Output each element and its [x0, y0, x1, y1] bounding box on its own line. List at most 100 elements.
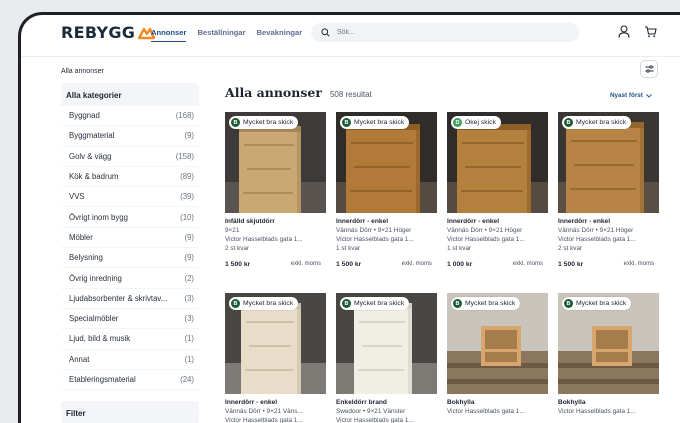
- listing-address: Victor Hasselblads gata 1...: [336, 417, 414, 423]
- sidebar-category-item[interactable]: Etableringsmaterial (24): [61, 369, 199, 391]
- category-count: (9): [184, 253, 194, 263]
- product-image[interactable]: D Okej skick: [447, 112, 548, 213]
- condition-badge: B Mycket bra skick: [562, 116, 632, 129]
- condition-grade-icon: B: [564, 299, 573, 308]
- listing-title: Enkeldörr brand: [336, 399, 387, 406]
- listing-card[interactable]: B Mycket bra skick Innerdörr - enkel Vännäs…: [558, 112, 659, 268]
- category-count: (2): [184, 273, 194, 283]
- listing-card[interactable]: B Mycket bra skick Infälld skjutdörr 9×21 Vi…: [225, 112, 326, 268]
- price-row: 1 500 kr exkl. moms: [336, 261, 437, 268]
- condition-label: Mycket bra skick: [243, 119, 294, 126]
- product-image[interactable]: B Mycket bra skick: [336, 112, 437, 213]
- price-row: 1 500 kr exkl. moms: [225, 261, 326, 268]
- chevron-down-icon: [646, 93, 652, 98]
- condition-badge: B Mycket bra skick: [340, 116, 410, 129]
- listing-address: Victor Hasselblads gata 1...: [447, 408, 525, 415]
- category-label: Övrig inredning: [69, 273, 122, 283]
- category-label: Ljud, bild & musik: [69, 334, 131, 344]
- category-label: Specialmöbler: [69, 314, 119, 324]
- sidebar-category-item[interactable]: Byggnad (168): [61, 106, 199, 127]
- condition-grade-icon: D: [453, 118, 462, 127]
- sidebar-title[interactable]: Alla kategorier: [61, 83, 199, 106]
- sidebar-category-item[interactable]: Möbler (9): [61, 227, 199, 249]
- category-label: Möbler: [69, 232, 93, 242]
- category-list: Byggnad (168) Byggmaterial (9) Golv & vägg (1…: [61, 106, 199, 391]
- sidebar-category-item[interactable]: Belysning (9): [61, 248, 199, 269]
- category-count: (3): [184, 314, 194, 324]
- product-image[interactable]: B Mycket bra skick: [225, 293, 326, 394]
- category-count: (39): [180, 192, 194, 202]
- listing-spec: Vännäs Dörr • 9×21 Höger: [336, 227, 412, 234]
- product-image[interactable]: B Mycket bra skick: [558, 293, 659, 394]
- category-label: Belysning: [69, 253, 103, 263]
- listing-stock: 1 st kvar: [336, 245, 361, 252]
- listing-stock: 2 st kvar: [558, 245, 583, 252]
- sidebar-category-item[interactable]: Övrig inredning (2): [61, 268, 199, 289]
- category-count: (158): [175, 151, 194, 161]
- listing-address: Victor Hasselblads gata 1...: [225, 236, 303, 243]
- sidebar-category-item[interactable]: Golv & vägg (158): [61, 146, 199, 167]
- category-label: Kök & badrum: [69, 172, 119, 182]
- condition-grade-icon: B: [453, 299, 462, 308]
- filter-panel: Filter: [61, 401, 199, 423]
- listing-stock: 2 st kvar: [225, 245, 250, 252]
- logo[interactable]: REBYGG: [61, 23, 156, 42]
- listing-title: Innerdörr - enkel: [558, 218, 611, 225]
- listing-spec: Vännäs Dörr • 9×21 Höger: [447, 227, 523, 234]
- product-image[interactable]: B Mycket bra skick: [558, 112, 659, 213]
- search-bar[interactable]: [311, 23, 579, 42]
- sidebar-category-item[interactable]: Byggmaterial (9): [61, 126, 199, 147]
- listing-price: 1 000 kr: [447, 261, 473, 268]
- category-count: (24): [180, 375, 194, 384]
- category-label: Ljudabsorbenter & skrivtav...: [69, 293, 168, 303]
- listing-card[interactable]: B Mycket bra skick Enkeldörr brand Swedoor …: [336, 293, 437, 423]
- sidebar-category-item[interactable]: Annat (1): [61, 349, 199, 370]
- category-count: (1): [184, 354, 194, 364]
- condition-grade-icon: B: [231, 118, 240, 127]
- listing-card[interactable]: B Mycket bra skick Bokhylla Victor Hasselbl…: [558, 293, 659, 415]
- listing-price: 1 500 kr: [225, 261, 251, 268]
- condition-grade-icon: B: [342, 118, 351, 127]
- condition-label: Mycket bra skick: [354, 300, 405, 307]
- listing-card[interactable]: D Okej skick Innerdörr - enkel Vännäs Dörr …: [447, 112, 548, 268]
- nav-bestallningar[interactable]: Beställningar: [197, 28, 245, 37]
- category-label: Övrigt inom bygg: [69, 212, 128, 222]
- breadcrumb[interactable]: Alla annonser: [61, 68, 104, 75]
- listing-card[interactable]: B Mycket bra skick Innerdörr - enkel Vännäs…: [225, 293, 326, 423]
- sidebar-category-item[interactable]: Ljudabsorbenter & skrivtav... (3): [61, 288, 199, 309]
- app-window: REBYGG Annonser Beställningar Bevakninga…: [18, 12, 680, 423]
- category-count: (3): [184, 293, 194, 303]
- vat-note: exkl. moms: [623, 261, 654, 267]
- nav-bevakningar[interactable]: Bevakningar: [257, 28, 303, 37]
- condition-badge: B Mycket bra skick: [451, 297, 521, 310]
- filter-title[interactable]: Filter: [61, 401, 199, 423]
- product-image[interactable]: B Mycket bra skick: [225, 112, 326, 213]
- condition-badge: B Mycket bra skick: [229, 116, 299, 129]
- filter-icon: [645, 65, 653, 73]
- price-row: 1 000 kr exkl. moms: [447, 261, 548, 268]
- sidebar-category-item[interactable]: Specialmöbler (3): [61, 308, 199, 330]
- user-icon[interactable]: [618, 25, 630, 38]
- listing-price: 1 500 kr: [336, 261, 362, 268]
- listing-address: Victor Hasselblads gata 1...: [336, 236, 414, 243]
- sidebar-category-item[interactable]: Ljud, bild & musik (1): [61, 329, 199, 350]
- search-input[interactable]: [337, 29, 537, 36]
- sort-dropdown[interactable]: Nyast först: [610, 92, 652, 99]
- category-count: (9): [184, 232, 194, 242]
- product-image[interactable]: B Mycket bra skick: [336, 293, 437, 394]
- listing-spec: Vännäs Dörr • 9×21 Väns...: [225, 408, 303, 415]
- listing-stock: 1 st kvar: [447, 245, 472, 252]
- logo-text: REBYGG: [61, 23, 136, 42]
- sidebar-category-item[interactable]: VVS (39): [61, 187, 199, 208]
- nav-annonser[interactable]: Annonser: [151, 28, 187, 42]
- cart-icon[interactable]: [644, 25, 657, 38]
- product-image[interactable]: B Mycket bra skick: [447, 293, 548, 394]
- sidebar-category-item[interactable]: Övrigt inom bygg (10): [61, 207, 199, 228]
- sidebar-category-item[interactable]: Kök & badrum (89): [61, 166, 199, 188]
- listing-title: Infälld skjutdörr: [225, 218, 275, 225]
- condition-badge: D Okej skick: [451, 116, 501, 129]
- condition-badge: B Mycket bra skick: [229, 297, 299, 310]
- filter-button[interactable]: [640, 60, 658, 78]
- listing-card[interactable]: B Mycket bra skick Bokhylla Victor Hasselbl…: [447, 293, 548, 415]
- listing-card[interactable]: B Mycket bra skick Innerdörr - enkel Vännäs…: [336, 112, 437, 268]
